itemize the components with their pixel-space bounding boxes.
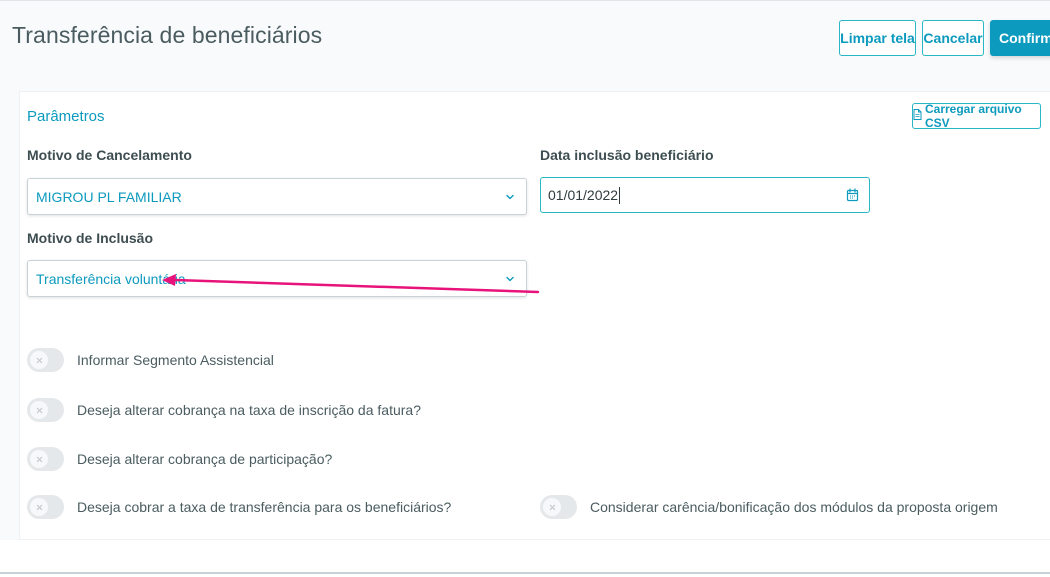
toggle-row-segmento: Informar Segmento Assistencial — [27, 348, 274, 372]
inclusion-date-value: 01/01/2022 — [548, 187, 619, 203]
toggle-label: Deseja alterar cobrança na taxa de inscr… — [77, 402, 421, 418]
cancel-button[interactable]: Cancelar — [922, 20, 984, 56]
cancel-reason-value: MIGROU PL FAMILIAR — [36, 188, 182, 205]
cancel-reason-select[interactable]: MIGROU PL FAMILIAR — [27, 178, 527, 215]
bottom-divider — [0, 572, 1050, 574]
toggle-switch[interactable] — [27, 495, 64, 519]
toggle-switch[interactable] — [27, 348, 64, 372]
inclusion-reason-label: Motivo de Inclusão — [27, 230, 154, 246]
cancel-reason-label: Motivo de Cancelamento — [27, 147, 192, 163]
toggle-row-participacao: Deseja alterar cobrança de participação? — [27, 447, 332, 471]
close-icon — [30, 401, 48, 419]
confirm-button[interactable]: Confirmar — [990, 20, 1050, 56]
toggle-switch[interactable] — [27, 398, 64, 422]
clear-screen-button[interactable]: Limpar tela — [839, 20, 916, 56]
toggle-label: Informar Segmento Assistencial — [77, 352, 274, 368]
chevron-down-icon — [504, 190, 516, 202]
inclusion-reason-select[interactable]: Transferência voluntária — [27, 260, 527, 297]
section-title: Parâmetros — [27, 108, 105, 125]
upload-csv-button[interactable]: Carregar arquivo CSV — [912, 102, 1041, 130]
close-icon — [543, 498, 561, 516]
inclusion-date-label: Data inclusão beneficiário — [540, 147, 714, 163]
text-cursor — [619, 186, 621, 204]
inclusion-date-input[interactable]: 01/01/2022 — [540, 177, 870, 213]
close-icon — [30, 450, 48, 468]
toggle-row-carencia: Considerar carência/bonificação dos módu… — [540, 495, 998, 519]
toggle-label: Deseja alterar cobrança de participação? — [77, 451, 333, 467]
chevron-down-icon — [504, 272, 516, 284]
toggle-switch[interactable] — [540, 495, 577, 519]
toggle-row-taxa-inscricao: Deseja alterar cobrança na taxa de inscr… — [27, 398, 421, 422]
page-title: Transferência de beneficiários — [12, 22, 323, 48]
toggle-label: Deseja cobrar a taxa de transferência pa… — [77, 499, 452, 515]
close-icon — [30, 351, 48, 369]
toggle-switch[interactable] — [27, 447, 64, 471]
file-icon — [913, 109, 922, 123]
toggle-row-taxa-transferencia: Deseja cobrar a taxa de transferência pa… — [27, 495, 451, 519]
toggle-label: Considerar carência/bonificação dos módu… — [590, 499, 998, 515]
calendar-icon[interactable] — [846, 188, 859, 202]
upload-csv-label: Carregar arquivo CSV — [925, 102, 1022, 130]
inclusion-reason-value: Transferência voluntária — [36, 270, 186, 287]
close-icon — [30, 498, 48, 516]
